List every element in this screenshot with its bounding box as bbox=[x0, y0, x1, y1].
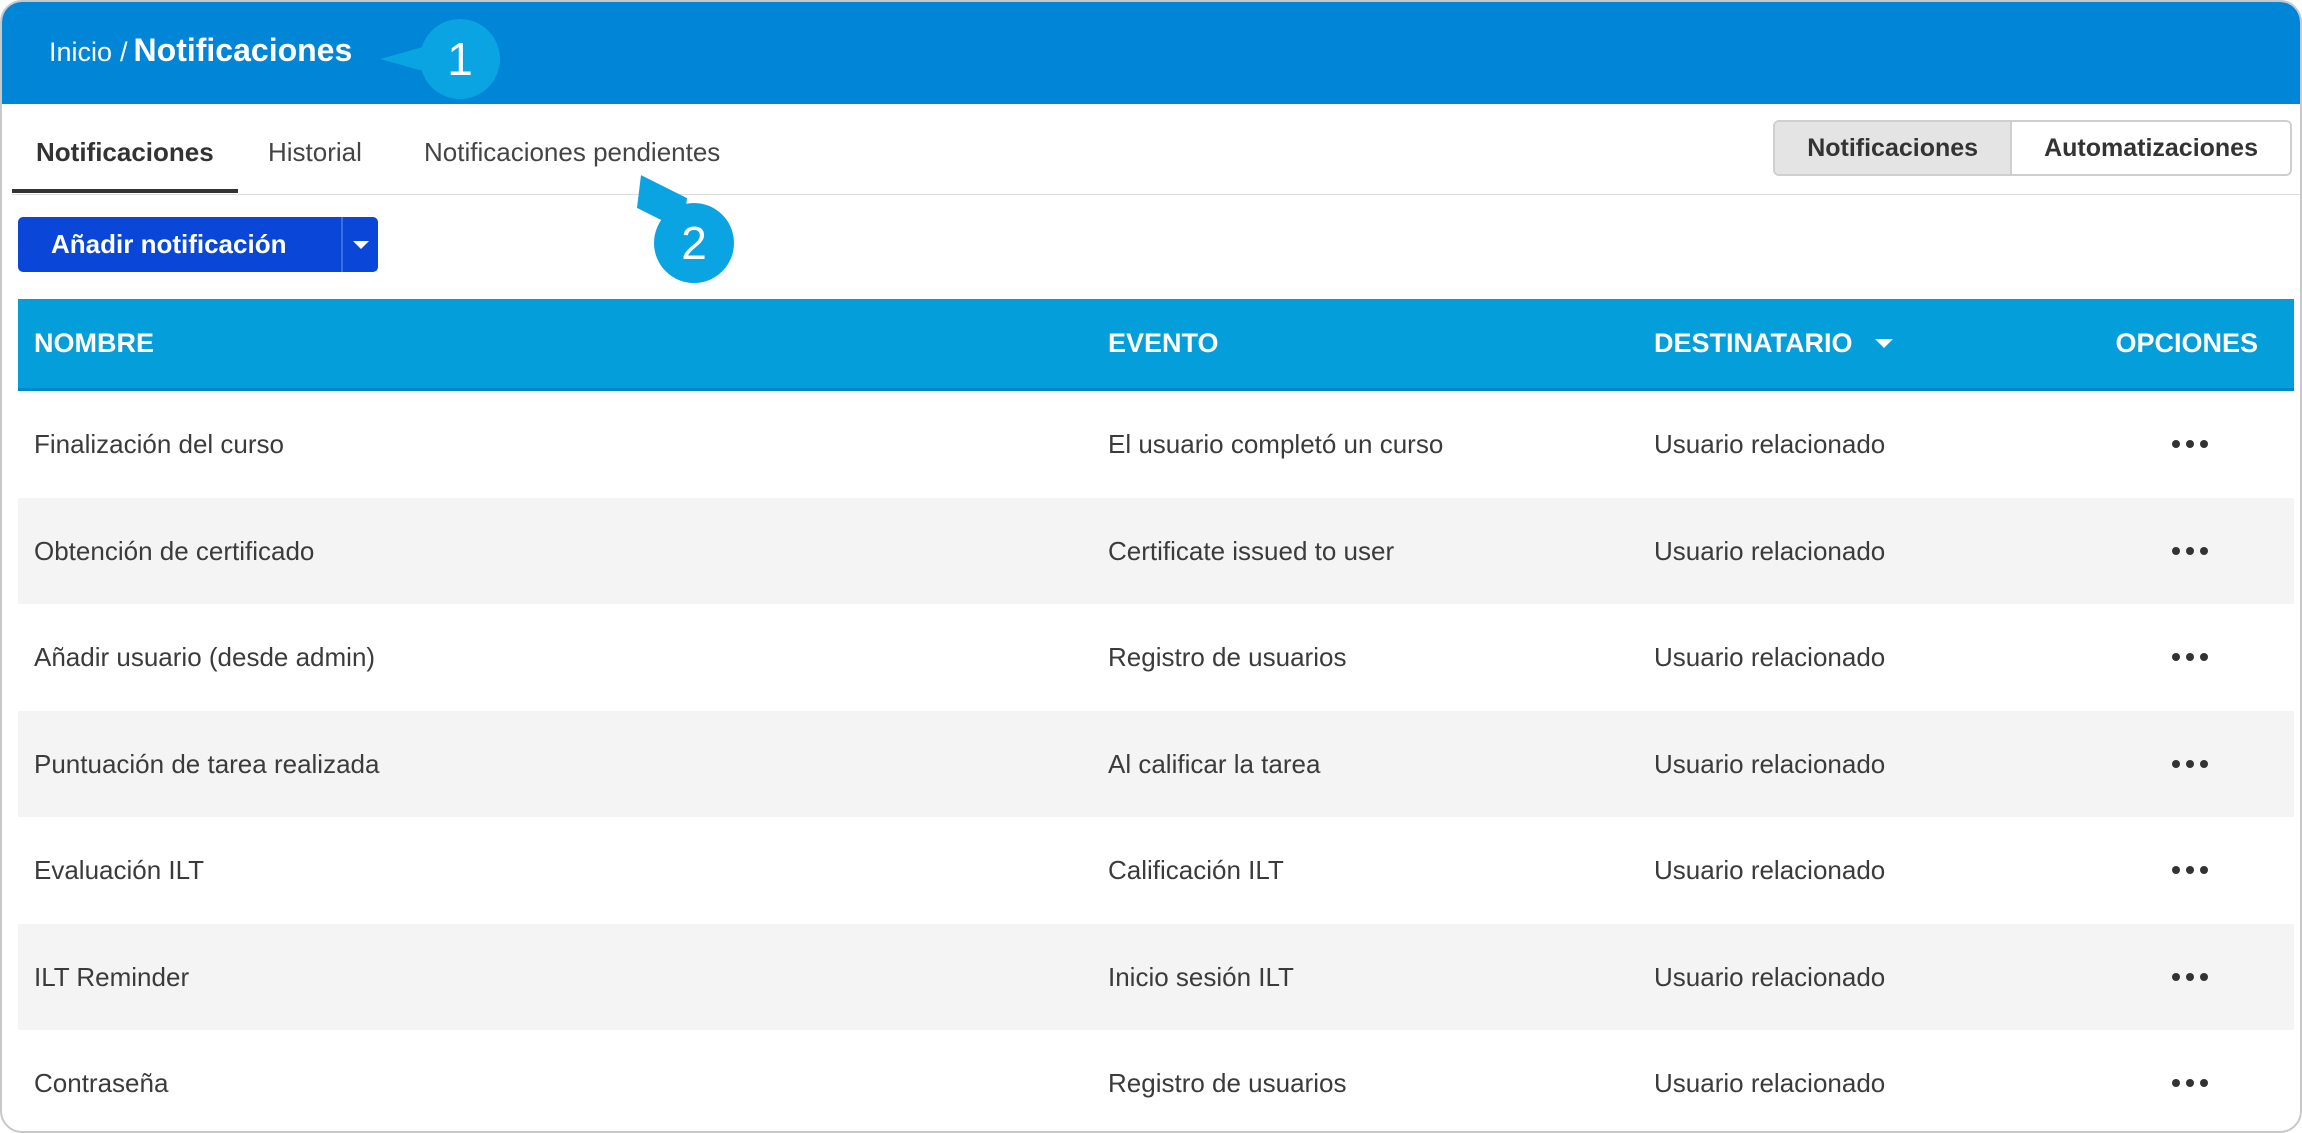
cell-name: Añadir usuario (desde admin) bbox=[34, 642, 376, 672]
caret-down-icon bbox=[352, 240, 369, 249]
row-options-more-horizontal-icon[interactable] bbox=[2168, 862, 2212, 878]
cell-event: Calificación ILT bbox=[1108, 855, 1284, 885]
view-toggle: Notificaciones Automatizaciones bbox=[1773, 120, 2292, 176]
tab-historial[interactable]: Historial bbox=[268, 104, 362, 193]
page-title: Notificaciones bbox=[133, 32, 353, 68]
add-notification-split-button: Añadir notificación bbox=[18, 217, 378, 272]
table-row: ILT Reminder Inicio sesión ILT Usuario r… bbox=[18, 923, 2294, 1030]
breadcrumb-separator: / bbox=[120, 37, 128, 67]
column-header-event: EVENTO bbox=[1108, 328, 1219, 358]
table-row: Evaluación ILT Calificación ILT Usuario … bbox=[18, 817, 2294, 924]
breadcrumb: Inicio / Notificaciones bbox=[49, 32, 352, 69]
row-options-more-horizontal-icon[interactable] bbox=[2168, 649, 2212, 665]
table-row: Puntuación de tarea realizada Al calific… bbox=[18, 710, 2294, 817]
cell-name: Obtención de certificado bbox=[34, 535, 315, 566]
table-row: Obtención de certificado Certificate iss… bbox=[18, 497, 2294, 604]
row-options-more-horizontal-icon[interactable] bbox=[2168, 969, 2212, 985]
table-row: Añadir usuario (desde admin) Registro de… bbox=[18, 604, 2294, 711]
row-options-more-horizontal-icon[interactable] bbox=[2168, 436, 2212, 452]
cell-name: Finalización del curso bbox=[34, 429, 285, 459]
automations-view-button[interactable]: Automatizaciones bbox=[2012, 122, 2290, 174]
column-header-name: NOMBRE bbox=[34, 328, 154, 358]
cell-recipient: Usuario relacionado bbox=[1654, 429, 1886, 459]
column-header-recipient[interactable]: DESTINATARIO bbox=[1654, 299, 1893, 388]
cell-event: El usuario completó un curso bbox=[1108, 429, 1444, 459]
cell-recipient: Usuario relacionado bbox=[1654, 855, 1886, 885]
cell-name: Evaluación ILT bbox=[34, 855, 205, 885]
cell-recipient: Usuario relacionado bbox=[1654, 1068, 1886, 1098]
tab-notificaciones[interactable]: Notificaciones bbox=[12, 104, 238, 193]
cell-name: Puntuación de tarea realizada bbox=[34, 748, 380, 779]
row-options-more-horizontal-icon[interactable] bbox=[2168, 543, 2212, 559]
table-header: NOMBRE EVENTO DESTINATARIO OPCIONES bbox=[18, 299, 2294, 391]
cell-event: Registro de usuarios bbox=[1108, 642, 1347, 672]
row-options-more-horizontal-icon[interactable] bbox=[2168, 1075, 2212, 1091]
cell-event: Registro de usuarios bbox=[1108, 1068, 1347, 1098]
row-options-more-horizontal-icon[interactable] bbox=[2168, 756, 2212, 772]
sort-caret-down-icon bbox=[1874, 339, 1893, 348]
add-notification-dropdown-button[interactable] bbox=[343, 217, 378, 272]
callout-badge-1: 1 bbox=[380, 19, 500, 99]
breadcrumb-home-link[interactable]: Inicio bbox=[49, 37, 112, 67]
cell-recipient: Usuario relacionado bbox=[1654, 748, 1886, 779]
table-row: Contraseña Registro de usuarios Usuario … bbox=[18, 1030, 2294, 1131]
callout-badge-2: 2 bbox=[654, 203, 734, 283]
cell-name: ILT Reminder bbox=[34, 961, 190, 992]
cell-event: Certificate issued to user bbox=[1108, 535, 1395, 566]
tab-notificaciones-pendientes[interactable]: Notificaciones pendientes bbox=[424, 104, 720, 193]
cell-name: Contraseña bbox=[34, 1068, 169, 1098]
page-header: Inicio / Notificaciones bbox=[2, 2, 2300, 104]
table-body: Finalización del curso El usuario comple… bbox=[18, 391, 2294, 1131]
app-frame: Inicio / Notificaciones 1 Notificaciones H… bbox=[0, 0, 2302, 1133]
add-notification-button[interactable]: Añadir notificación bbox=[18, 229, 341, 260]
cell-recipient: Usuario relacionado bbox=[1654, 642, 1886, 672]
notifications-view-button[interactable]: Notificaciones bbox=[1775, 122, 2013, 174]
table-row: Finalización del curso El usuario comple… bbox=[18, 391, 2294, 498]
cell-event: Inicio sesión ILT bbox=[1108, 961, 1294, 992]
notifications-table: NOMBRE EVENTO DESTINATARIO OPCIONES Fina… bbox=[18, 299, 2294, 1131]
cell-recipient: Usuario relacionado bbox=[1654, 961, 1886, 992]
column-header-options: OPCIONES bbox=[2115, 328, 2258, 358]
cell-recipient: Usuario relacionado bbox=[1654, 535, 1886, 566]
cell-event: Al calificar la tarea bbox=[1108, 748, 1321, 779]
column-header-recipient-label: DESTINATARIO bbox=[1654, 328, 1853, 358]
